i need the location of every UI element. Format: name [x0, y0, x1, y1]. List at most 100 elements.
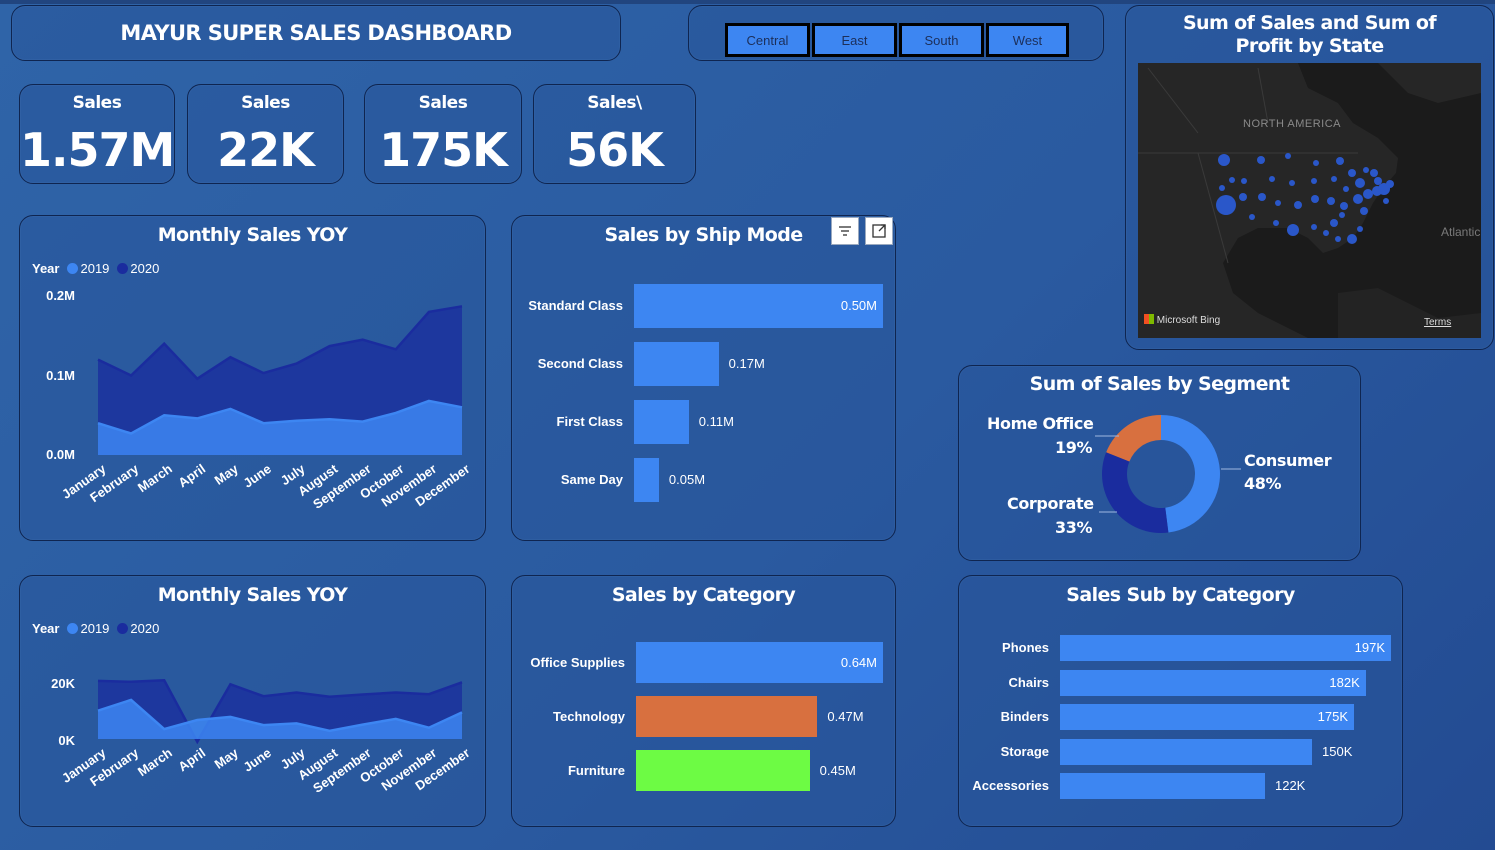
microsoft-logo-icon: [1144, 314, 1154, 324]
state-bubble: [1348, 169, 1356, 177]
kpi-card-total-sales[interactable]: Sales 1.57M: [19, 84, 175, 184]
state-bubble: [1249, 214, 1255, 220]
bar-category-label: First Class: [556, 414, 623, 429]
greenland-land: [1378, 63, 1481, 103]
segment-label-consumer: Consumer: [1244, 451, 1332, 470]
atlantic-label: Atlantic: [1441, 225, 1481, 239]
area-chart-svg[interactable]: [20, 576, 487, 828]
bar-same-day[interactable]: [634, 458, 659, 502]
bar-second-class[interactable]: [634, 342, 719, 386]
state-bubble: [1285, 153, 1291, 159]
bar-technology[interactable]: [636, 696, 818, 737]
state-bubble: [1269, 176, 1275, 182]
state-bubble: [1363, 167, 1369, 173]
bar-category-label: Same Day: [560, 472, 623, 487]
kpi-value: 22K: [217, 123, 315, 177]
bar-phones[interactable]: [1060, 635, 1391, 661]
slicer-central-button[interactable]: Central: [725, 23, 810, 57]
category-panel: Sales by Category Office Supplies 0.64M Te…: [511, 575, 896, 827]
segment-value-home-office: 19%: [1055, 438, 1093, 457]
state-bubble: [1327, 197, 1335, 205]
bar-category-label: Second Class: [537, 356, 623, 371]
kpi-label: Sales\: [587, 93, 642, 113]
bar-furniture[interactable]: [636, 750, 810, 791]
kpi-label: Sales: [418, 93, 468, 113]
state-bubble: [1239, 193, 1247, 201]
segment-label-home-office: Home Office: [987, 414, 1094, 433]
bar-value-label: 0.05M: [668, 472, 706, 487]
state-bubble: [1374, 177, 1382, 185]
filter-icon[interactable]: [831, 217, 859, 245]
chart-title: Sales Sub by Category: [1066, 584, 1295, 606]
state-bubble: [1273, 220, 1279, 226]
state-bubble: [1363, 189, 1373, 199]
bar-accessories[interactable]: [1060, 773, 1265, 799]
state-bubble: [1257, 156, 1265, 164]
state-bubble: [1340, 202, 1348, 210]
kpi-label: Sales: [241, 93, 290, 113]
state-bubble: [1386, 180, 1394, 188]
slicer-east-button[interactable]: East: [812, 23, 897, 57]
state-bubble: [1241, 178, 1247, 184]
kpi-card-sales-4[interactable]: Sales\ 56K: [533, 84, 696, 184]
sub-category-panel: Sales Sub by Category Phones 197K Chairs 18…: [958, 575, 1403, 827]
kpi-card-sales-3[interactable]: Sales 175K: [364, 84, 522, 184]
bar-category-label: Furniture: [567, 762, 625, 778]
donut-slice-home-office[interactable]: [1106, 415, 1161, 462]
donut-slice-corporate[interactable]: [1102, 452, 1169, 533]
kpi-label: Sales: [72, 93, 122, 113]
bar-category-label: Standard Class: [528, 298, 623, 313]
kpi-card-sales-2[interactable]: Sales 22K: [187, 84, 344, 184]
bar-category-label: Phones: [1002, 640, 1049, 655]
region-slicer-panel: Central East South West: [688, 5, 1104, 61]
map-canvas[interactable]: NORTH AMERICA Atlantic Microsoft Bing Te…: [1138, 63, 1481, 338]
donut-slice-consumer[interactable]: [1161, 415, 1220, 533]
state-bubble: [1216, 195, 1236, 215]
state-bubble: [1258, 193, 1266, 201]
bar-value-label: 0.47M: [827, 708, 864, 724]
map-title: Sum of Sales and Sum of Profit by State: [1182, 12, 1437, 57]
chart-title: Sales by Category: [611, 584, 796, 606]
segment-label-corporate: Corporate: [1007, 494, 1094, 513]
state-bubble: [1331, 176, 1337, 182]
state-bubble: [1287, 224, 1299, 236]
state-bubble: [1311, 195, 1319, 203]
bar-storage[interactable]: [1060, 738, 1313, 765]
state-bubble: [1343, 186, 1349, 192]
state-bubble: [1218, 154, 1230, 166]
state-bubble: [1357, 226, 1363, 232]
bar-category-label: Binders: [1000, 709, 1049, 724]
state-bubble: [1311, 178, 1317, 184]
segment-value-corporate: 33%: [1055, 518, 1093, 537]
state-bubble: [1370, 169, 1378, 177]
bar-value-label: 197K: [1354, 640, 1385, 655]
bar-value-label: 182K: [1329, 674, 1360, 690]
terms-link[interactable]: Terms: [1424, 317, 1451, 328]
bar-category-label: Storage: [1000, 743, 1049, 759]
bar-category-label: Chairs: [1008, 674, 1049, 690]
slicer-south-button[interactable]: South: [899, 23, 984, 57]
header-panel: MAYUR SUPER SALES DASHBOARD: [11, 5, 621, 61]
kpi-value: 56K: [566, 123, 664, 177]
map-panel: Sum of Sales and Sum of Profit by State …: [1125, 5, 1494, 350]
slicer-west-button[interactable]: West: [986, 23, 1069, 57]
north-america-label: NORTH AMERICA: [1243, 118, 1341, 130]
focus-mode-icon[interactable]: [865, 217, 893, 245]
bar-category-label: Accessories: [972, 778, 1049, 793]
kpi-value: 175K: [379, 123, 508, 177]
bar-value-label: 150K: [1322, 743, 1353, 759]
bar-category-label: Technology: [553, 708, 625, 724]
dashboard-title: MAYUR SUPER SALES DASHBOARD: [120, 21, 512, 45]
state-bubble: [1353, 194, 1363, 204]
bar-value-label: 0.64M: [840, 654, 877, 670]
caribbean-land: [1338, 288, 1481, 338]
state-bubble: [1289, 180, 1295, 186]
state-bubble: [1313, 160, 1319, 166]
state-bubble: [1330, 219, 1338, 227]
segment-panel: Sum of Sales by Segment Home Office 19% …: [958, 365, 1361, 561]
state-bubble: [1219, 185, 1225, 191]
state-bubble: [1275, 200, 1281, 206]
monthly-sales-yoy-panel-1: Monthly Sales YOY Year 2019 2020 0.2M 0.1M…: [19, 215, 486, 541]
bar-first-class[interactable]: [634, 400, 689, 444]
bing-label: Microsoft Bing: [1156, 315, 1221, 326]
